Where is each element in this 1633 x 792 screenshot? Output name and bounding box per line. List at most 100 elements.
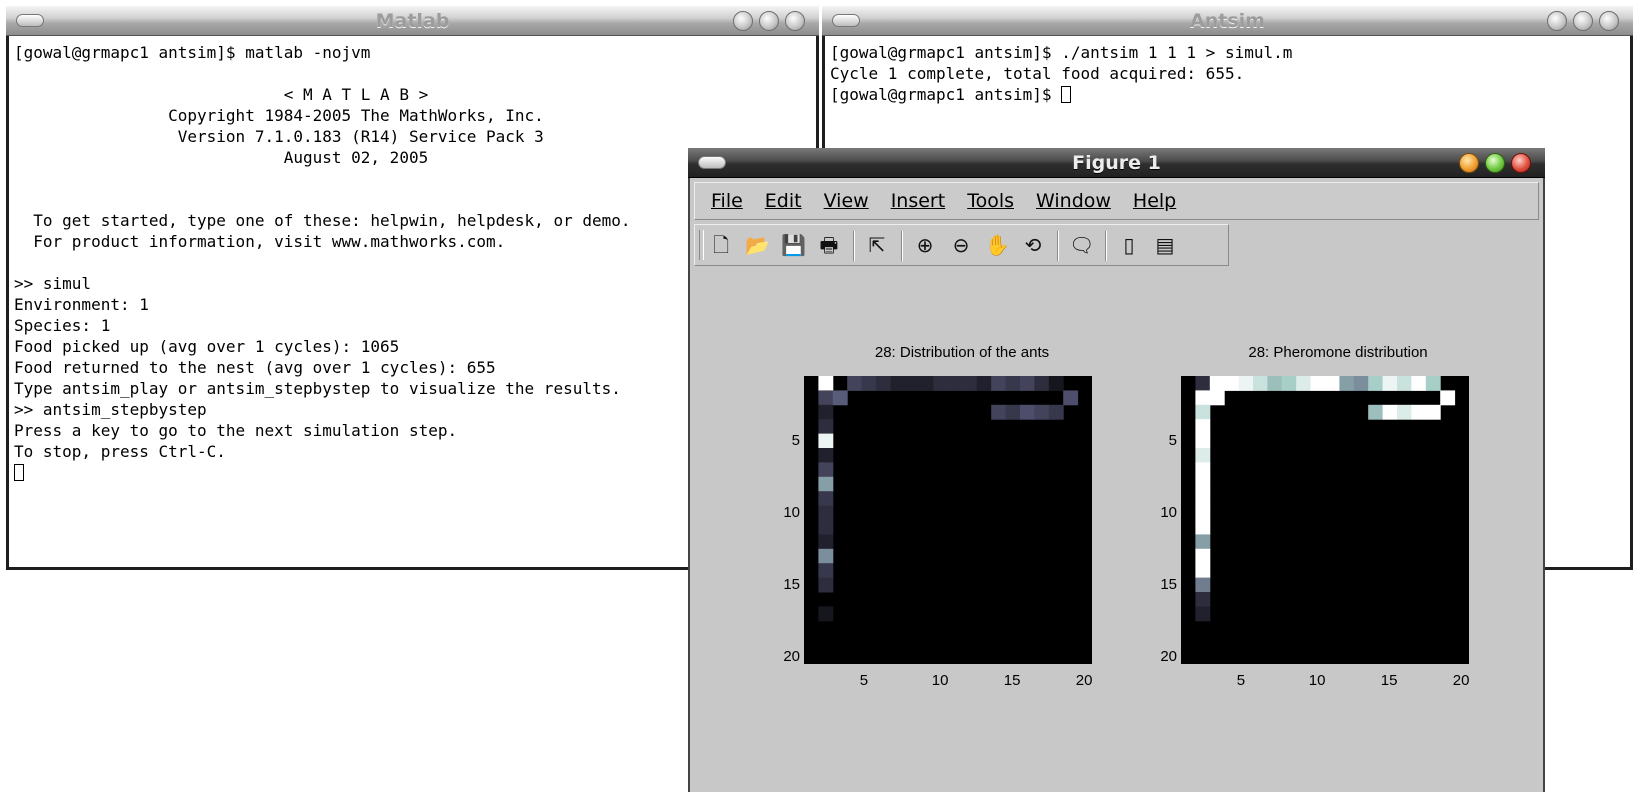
- menu-help[interactable]: Help: [1133, 183, 1176, 219]
- heatmap-cell: [1281, 376, 1297, 391]
- terminal-line: Copyright 1984-2005 The MathWorks, Inc.: [14, 106, 544, 125]
- heatmap-cell: [818, 419, 834, 435]
- ant-distribution-heatmap[interactable]: [804, 376, 1092, 664]
- text-cursor: [14, 464, 24, 481]
- heatmap-cell: [818, 505, 834, 521]
- minimize-icon[interactable]: [1459, 153, 1479, 173]
- heatmap-cell: [1209, 390, 1225, 406]
- rotate-3d-icon[interactable]: ⟲: [1021, 233, 1045, 257]
- heatmap-cell: [818, 577, 834, 593]
- heatmap-cell: [1034, 376, 1050, 391]
- heatmap-cell: [1195, 548, 1211, 564]
- close-icon[interactable]: [785, 11, 805, 31]
- heatmap-cell: [1195, 592, 1211, 607]
- heatmap-cell: [818, 548, 834, 564]
- print-icon[interactable]: 🖶: [817, 233, 841, 257]
- toolbar-grip[interactable]: [699, 230, 704, 260]
- open-folder-icon[interactable]: 📂: [745, 233, 770, 257]
- menu-tools[interactable]: Tools: [967, 183, 1014, 219]
- close-icon[interactable]: [1599, 11, 1619, 31]
- new-file-icon[interactable]: 🗋: [709, 233, 733, 257]
- heatmap-cell: [1411, 376, 1427, 391]
- heatmap-cell: [1020, 376, 1035, 391]
- heatmap-cell: [1310, 376, 1326, 391]
- menu-insert[interactable]: Insert: [891, 183, 946, 219]
- maximize-icon[interactable]: [759, 11, 779, 31]
- heatmap-cell: [1425, 404, 1441, 420]
- terminal-line: [gowal@grmapc1 antsim]$ ./antsim 1 1 1 >…: [830, 43, 1293, 62]
- heatmap-cell: [818, 390, 834, 406]
- menu-file[interactable]: File: [711, 183, 743, 219]
- menu-tools-label: Tools: [967, 190, 1014, 212]
- chart-title: 28: Pheromone distribution: [1248, 344, 1428, 361]
- heatmap-cell: [818, 563, 834, 579]
- heatmap-cell: [818, 491, 834, 507]
- heatmap-cell: [818, 448, 834, 463]
- x-tick-label: 15: [1003, 672, 1021, 689]
- terminal-line: < M A T L A B >: [14, 85, 429, 104]
- x-tick-label: 10: [1308, 672, 1326, 689]
- window-title: Matlab: [375, 10, 450, 32]
- y-tick-label: 10: [1160, 503, 1177, 521]
- heatmap-cell: [1195, 534, 1211, 550]
- toolbar-separator: [1057, 231, 1059, 261]
- heatmap-cell: [1034, 404, 1050, 420]
- heatmap-cell: [818, 606, 834, 622]
- heatmap-cell: [876, 376, 891, 391]
- heatmap-cell: [1195, 433, 1211, 449]
- figure-title-bar[interactable]: Figure 1: [688, 148, 1545, 178]
- maximize-icon[interactable]: [1573, 11, 1593, 31]
- heatmap-cell: [1195, 376, 1211, 391]
- heatmap-cell: [1382, 376, 1398, 391]
- y-tick-label: 20: [1160, 647, 1177, 665]
- zoom-out-icon[interactable]: ⊖: [949, 233, 973, 257]
- legend-icon[interactable]: ▤: [1153, 233, 1177, 257]
- heatmap-cell: [976, 376, 992, 391]
- heatmap-cell: [818, 534, 834, 550]
- menu-edit[interactable]: Edit: [765, 183, 802, 219]
- save-icon[interactable]: 💾: [781, 233, 806, 257]
- toolbar-separator: [1105, 231, 1107, 261]
- heatmap-cell: [1339, 376, 1355, 391]
- heatmap-svg: [1181, 376, 1469, 664]
- minimize-icon[interactable]: [733, 11, 753, 31]
- heatmap-cell: [1238, 376, 1254, 391]
- heatmap-cell: [1048, 376, 1064, 391]
- zoom-in-icon[interactable]: ⊕: [913, 233, 937, 257]
- heatmap-cell: [991, 404, 1007, 420]
- heatmap-cell: [1325, 376, 1340, 391]
- pheromone-distribution-heatmap[interactable]: [1181, 376, 1469, 664]
- heatmap-cell: [1195, 462, 1211, 478]
- matlab-title-bar[interactable]: Matlab: [6, 6, 819, 36]
- heatmap-cell: [1195, 404, 1211, 420]
- menu-view[interactable]: View: [824, 183, 869, 219]
- pan-hand-icon[interactable]: ✋: [985, 233, 1010, 257]
- select-arrow-icon[interactable]: ⇱: [865, 233, 889, 257]
- heatmap-cell: [1195, 491, 1211, 507]
- menu-view-label: View: [823, 190, 869, 212]
- heatmap-cell: [1397, 376, 1412, 391]
- close-icon[interactable]: [1511, 153, 1531, 173]
- text-cursor: [1061, 86, 1072, 103]
- heatmap-cell: [1195, 577, 1211, 593]
- heatmap-cell: [861, 376, 877, 391]
- figure-window[interactable]: Figure 1 File Edit View Insert Tools Window He…: [688, 148, 1545, 792]
- minimize-icon[interactable]: [1547, 11, 1567, 31]
- heatmap-cell: [933, 376, 949, 391]
- colorbar-icon[interactable]: ▯: [1117, 233, 1141, 257]
- toolbar-separator: [901, 231, 903, 261]
- data-cursor-icon[interactable]: 🗨: [1069, 233, 1094, 257]
- heatmap-svg: [804, 376, 1092, 664]
- maximize-icon[interactable]: [1485, 153, 1505, 173]
- figure-toolbar: 🗋 📂 💾 🖶 ⇱ ⊕ ⊖ ✋ ⟲ 🗨 ▯ ▤: [694, 224, 1229, 266]
- menu-window[interactable]: Window: [1036, 183, 1111, 219]
- y-tick-label: 5: [1168, 431, 1177, 449]
- antsim-title-bar[interactable]: Antsim: [822, 6, 1633, 36]
- heatmap-cell: [818, 376, 834, 391]
- heatmap-cell: [948, 376, 963, 391]
- heatmap-cell: [1005, 404, 1021, 420]
- terminal-line: [gowal@grmapc1 antsim]$: [830, 84, 1630, 105]
- chart-title: 28: Distribution of the ants: [874, 344, 1050, 361]
- heatmap-cell: [818, 433, 834, 449]
